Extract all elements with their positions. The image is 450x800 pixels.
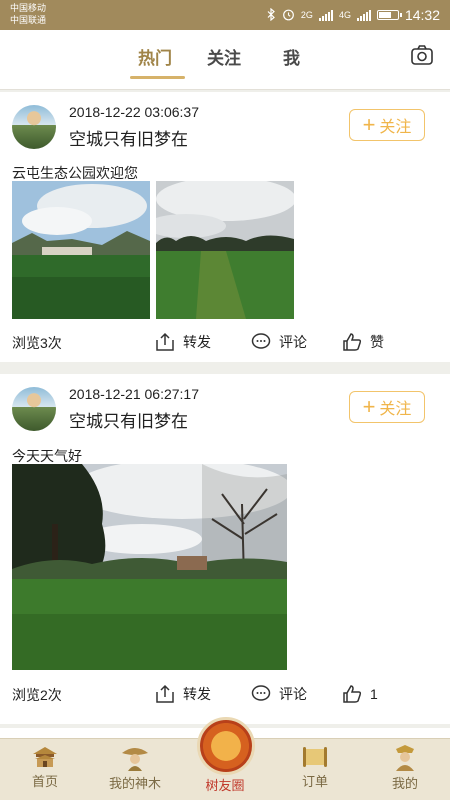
comment-button[interactable]: 评论 <box>251 330 307 354</box>
share-button[interactable]: 转发 <box>155 330 211 354</box>
nav-orders-label: 订单 <box>301 774 328 789</box>
follow-label: 关注 <box>379 401 412 418</box>
post-caption: 云屯生态公园欢迎您 <box>12 165 138 181</box>
clock: 14:32 <box>404 7 440 23</box>
share-label: 转发 <box>183 334 211 350</box>
nav-my-tree-label: 我的神木 <box>108 776 161 791</box>
post-time: 2018-12-21 06:27:17 <box>69 386 199 402</box>
scroll-icon <box>303 747 327 767</box>
comment-label: 评论 <box>279 686 307 702</box>
post-photo[interactable] <box>156 181 294 319</box>
comment-label: 评论 <box>279 334 307 350</box>
nav-mine[interactable]: 我的 <box>370 745 440 792</box>
comment-button[interactable]: 评论 <box>251 682 307 706</box>
share-button[interactable]: 转发 <box>155 682 211 706</box>
camera-icon[interactable] <box>411 45 433 65</box>
share-icon <box>156 332 174 351</box>
share-label: 转发 <box>183 686 211 702</box>
temple-icon <box>33 747 57 767</box>
follow-button[interactable]: + 关注 <box>349 109 425 141</box>
top-nav: 热门 关注 我 <box>0 30 450 90</box>
post-card: 2018-12-22 03:06:37 空城只有旧梦在 + 关注 云屯生态公园欢… <box>0 92 450 362</box>
alarm-icon <box>282 8 295 23</box>
signal-icon <box>318 9 333 21</box>
like-count: 1 <box>370 686 378 702</box>
follow-label: 关注 <box>379 119 412 136</box>
nav-tree-friends-label: 树友圈 <box>205 778 245 793</box>
comment-icon <box>251 685 271 701</box>
status-bar: 中国移动 中国联通 2G 4G 14:32 <box>0 0 450 30</box>
carrier-info: 中国移动 中国联通 <box>10 2 46 26</box>
carrier-1: 中国移动 <box>10 3 47 13</box>
wheel-icon[interactable] <box>197 717 255 775</box>
status-icons: 2G 4G 14:32 <box>267 6 440 24</box>
plus-icon: + <box>362 112 376 137</box>
nav-mine-label: 我的 <box>391 776 418 791</box>
post-username[interactable]: 空城只有旧梦在 <box>69 125 188 150</box>
nav-my-tree[interactable]: 我的神木 <box>100 745 170 792</box>
signal-icon-2 <box>356 9 371 21</box>
plus-icon: + <box>362 394 376 419</box>
tree-god-icon <box>396 745 414 771</box>
nav-orders[interactable]: 订单 <box>280 745 350 790</box>
nav-tree-friends[interactable]: 树友圈 <box>190 775 260 794</box>
carrier-2: 中国联通 <box>10 15 47 25</box>
like-button[interactable]: 1 <box>342 682 378 706</box>
tab-following[interactable]: 关注 <box>207 44 241 69</box>
network-type-2: 4G <box>338 10 351 20</box>
post-stats-bar: 浏览2次 转发 评论 1 <box>0 682 450 706</box>
comment-icon <box>251 333 271 349</box>
thumbs-up-icon <box>343 333 362 351</box>
post-username[interactable]: 空城只有旧梦在 <box>69 407 188 432</box>
avatar[interactable] <box>12 105 56 149</box>
view-count: 浏览3次 <box>12 335 62 351</box>
post-photo[interactable] <box>12 181 150 319</box>
nav-home-label: 首页 <box>31 774 58 789</box>
view-count: 浏览2次 <box>12 687 62 703</box>
thumbs-up-icon <box>343 685 362 703</box>
avatar[interactable] <box>12 387 56 431</box>
tab-hot[interactable]: 热门 <box>138 44 172 69</box>
post-time: 2018-12-22 03:06:37 <box>69 104 199 120</box>
bluetooth-icon <box>267 7 276 23</box>
active-tab-indicator <box>130 76 185 79</box>
like-button[interactable]: 赞 <box>342 330 384 354</box>
post-card: 2018-12-21 06:27:17 空城只有旧梦在 + 关注 今天天气好 浏… <box>0 374 450 724</box>
tab-me[interactable]: 我 <box>283 44 300 69</box>
tree-character-icon <box>122 748 148 771</box>
network-type-1: 2G <box>300 10 313 20</box>
battery-icon <box>376 10 402 20</box>
follow-button[interactable]: + 关注 <box>349 391 425 423</box>
nav-home[interactable]: 首页 <box>10 745 80 790</box>
bottom-nav: 首页 我的神木 树友圈 订单 我的 <box>0 717 450 800</box>
post-caption: 今天天气好 <box>12 448 82 464</box>
post-photo[interactable] <box>12 464 287 670</box>
share-icon <box>156 684 174 703</box>
post-stats-bar: 浏览3次 转发 评论 赞 <box>0 330 450 354</box>
like-label: 赞 <box>370 334 384 350</box>
